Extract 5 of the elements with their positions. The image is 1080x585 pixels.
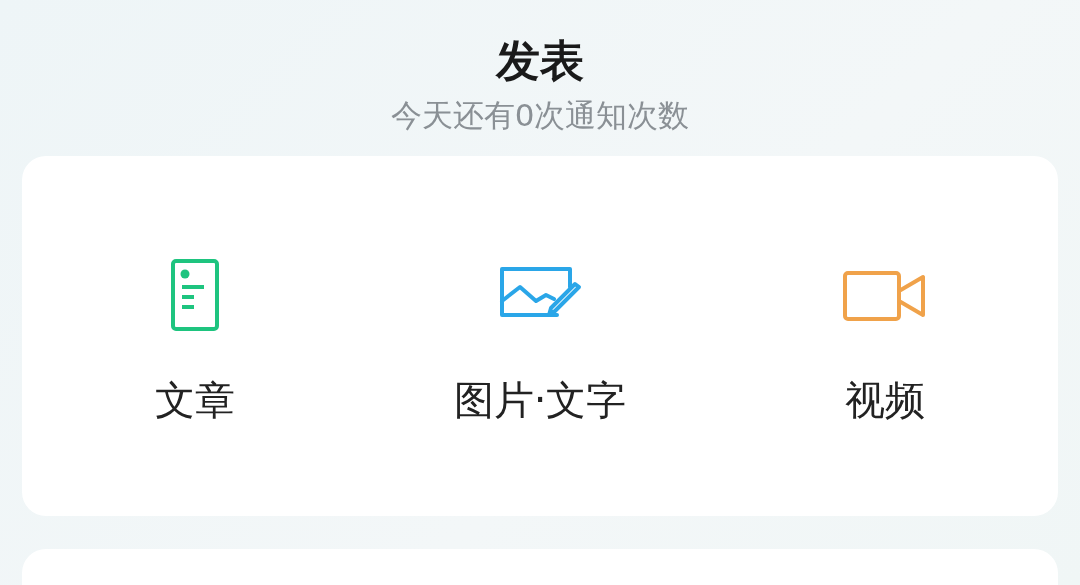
publish-option[interactable]: 视频 — [712, 257, 1058, 425]
notification-count-text: 今天还有0次通知次数 — [390, 96, 690, 135]
publish-option[interactable]: 图片·文字 — [367, 257, 713, 425]
page-title: 发表 — [496, 34, 584, 88]
publish-option[interactable]: 文章 — [22, 257, 368, 425]
